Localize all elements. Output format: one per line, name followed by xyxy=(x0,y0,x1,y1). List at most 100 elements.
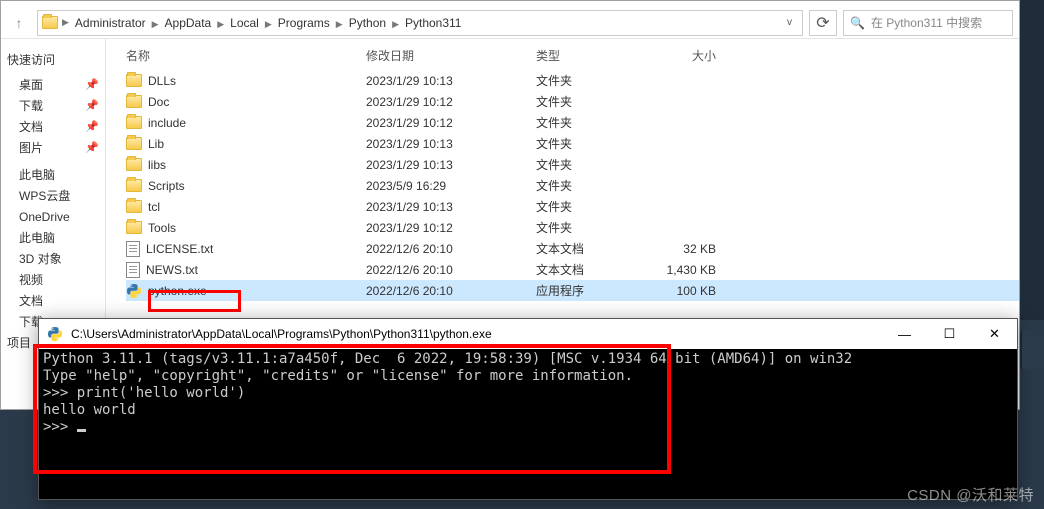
minimize-icon: — xyxy=(898,327,911,342)
file-date: 2023/1/29 10:12 xyxy=(366,221,536,235)
file-date: 2023/5/9 16:29 xyxy=(366,179,536,193)
sidebar-item[interactable]: 桌面 📌 xyxy=(1,74,105,95)
crumb-python311[interactable]: Python311 xyxy=(399,14,468,32)
chevron-right-icon: ▶ xyxy=(265,19,272,29)
file-name: LICENSE.txt xyxy=(146,242,213,256)
text-file-icon xyxy=(126,262,140,278)
console-title-text: C:\Users\Administrator\AppData\Local\Pro… xyxy=(71,327,874,341)
file-type: 文本文档 xyxy=(536,240,646,257)
search-input[interactable]: 🔍 在 Python311 中搜索 xyxy=(843,10,1013,36)
file-size: 32 KB xyxy=(646,242,736,256)
sidebar-item[interactable]: 文档📌 xyxy=(1,116,105,137)
file-name: Tools xyxy=(148,221,176,235)
search-icon: 🔍 xyxy=(850,16,865,30)
table-row[interactable]: Doc 2023/1/29 10:12文件夹 xyxy=(126,91,1019,112)
folder-icon xyxy=(126,74,142,87)
table-row[interactable]: NEWS.txt2022/12/6 20:10文本文档1,430 KB xyxy=(126,259,1019,280)
sidebar-item-label: 图片 xyxy=(19,139,43,156)
table-row[interactable]: include 2023/1/29 10:12文件夹 xyxy=(126,112,1019,133)
col-name[interactable]: 名称 xyxy=(126,47,366,64)
sidebar-item[interactable]: 此电脑 xyxy=(1,164,105,185)
close-icon: ✕ xyxy=(989,326,1000,342)
file-date: 2023/1/29 10:12 xyxy=(366,95,536,109)
console-output[interactable]: Python 3.11.1 (tags/v3.11.1:a7a450f, Dec… xyxy=(39,349,1017,438)
folder-icon xyxy=(126,200,142,213)
file-type: 文件夹 xyxy=(536,219,646,236)
sidebar-item[interactable]: WPS云盘 xyxy=(1,185,105,206)
up-icon[interactable]: ↑ xyxy=(7,11,31,35)
table-row[interactable]: python.exe2022/12/6 20:10应用程序100 KB xyxy=(126,280,1019,301)
crumb-appdata[interactable]: AppData xyxy=(159,14,218,32)
file-size: 1,430 KB xyxy=(646,263,736,277)
file-date: 2022/12/6 20:10 xyxy=(366,284,536,298)
close-button[interactable]: ✕ xyxy=(972,319,1017,349)
file-type: 文件夹 xyxy=(536,72,646,89)
column-headers: 名称 修改日期 类型 大小 xyxy=(126,43,1019,70)
file-name: include xyxy=(148,116,186,130)
sidebar-item[interactable]: 文档 xyxy=(1,290,105,311)
sidebar-item-label: 此电脑 xyxy=(19,229,55,246)
sidebar-item[interactable]: 此电脑 xyxy=(1,227,105,248)
sidebar-item[interactable]: 3D 对象 xyxy=(1,248,105,269)
file-date: 2023/1/29 10:12 xyxy=(366,116,536,130)
file-name: Doc xyxy=(148,95,169,109)
table-row[interactable]: libs2023/1/29 10:13文件夹 xyxy=(126,154,1019,175)
table-row[interactable]: Lib2023/1/29 10:13文件夹 xyxy=(126,133,1019,154)
sidebar-item-label: 下载 xyxy=(19,97,43,114)
file-type: 文件夹 xyxy=(536,93,646,110)
sidebar-item-label: OneDrive xyxy=(19,210,70,224)
sidebar-item-label: 文档 xyxy=(19,118,43,135)
python-icon xyxy=(126,283,142,299)
chevron-right-icon: ▶ xyxy=(62,17,69,28)
watermark: CSDN @沃和莱特 xyxy=(907,484,1034,505)
table-row[interactable]: Scripts2023/5/9 16:29文件夹 xyxy=(126,175,1019,196)
file-type: 文件夹 xyxy=(536,156,646,173)
address-bar: ↑ ▶ Administrator▶AppData▶Local▶Programs… xyxy=(1,7,1019,39)
sidebar-item[interactable]: 视频 xyxy=(1,269,105,290)
window-controls: — ☐ ✕ xyxy=(882,319,1017,349)
file-type: 文件夹 xyxy=(536,114,646,131)
refresh-button[interactable]: ⟳ xyxy=(809,10,837,36)
file-name: DLLs xyxy=(148,74,176,88)
breadcrumb[interactable]: ▶ Administrator▶AppData▶Local▶Programs▶P… xyxy=(37,10,803,36)
file-type: 应用程序 xyxy=(536,282,646,299)
folder-icon xyxy=(126,95,142,108)
maximize-button[interactable]: ☐ xyxy=(927,319,972,349)
table-row[interactable]: Tools 2023/1/29 10:12文件夹 xyxy=(126,217,1019,238)
sidebar-item[interactable]: OneDrive xyxy=(1,206,105,227)
sidebar-item[interactable]: 下载📌 xyxy=(1,95,105,116)
quick-access-header[interactable]: 快速访问 xyxy=(1,49,105,74)
folder-icon xyxy=(126,221,142,234)
crumb-programs[interactable]: Programs xyxy=(272,14,336,32)
file-name: Lib xyxy=(148,137,164,151)
chevron-right-icon: ▶ xyxy=(392,19,399,29)
python-icon xyxy=(47,326,63,342)
file-name: tcl xyxy=(148,200,160,214)
file-name: Scripts xyxy=(148,179,185,193)
sidebar-item-label: 桌面 xyxy=(19,76,43,93)
file-name: libs xyxy=(148,158,166,172)
col-size[interactable]: 大小 xyxy=(646,47,736,64)
table-row[interactable]: DLLs2023/1/29 10:13文件夹 xyxy=(126,70,1019,91)
file-date: 2022/12/6 20:10 xyxy=(366,242,536,256)
sidebar-item-label: 3D 对象 xyxy=(19,250,62,267)
col-type[interactable]: 类型 xyxy=(536,47,646,64)
crumb-administrator[interactable]: Administrator xyxy=(69,14,152,32)
background-strip xyxy=(1020,0,1044,320)
chevron-down-icon[interactable]: v xyxy=(781,17,798,28)
file-date: 2023/1/29 10:13 xyxy=(366,200,536,214)
crumb-local[interactable]: Local xyxy=(224,14,265,32)
sidebar-item[interactable]: 图片📌 xyxy=(1,137,105,158)
file-type: 文件夹 xyxy=(536,135,646,152)
col-date[interactable]: 修改日期 xyxy=(366,47,536,64)
folder-icon xyxy=(42,16,58,29)
minimize-button[interactable]: — xyxy=(882,319,927,349)
crumb-python[interactable]: Python xyxy=(343,14,392,32)
sidebar-item-label: 文档 xyxy=(19,292,43,309)
sidebar-item-label: 视频 xyxy=(19,271,43,288)
pin-icon: 📌 xyxy=(85,78,99,91)
table-row[interactable]: LICENSE.txt 2022/12/6 20:10文本文档32 KB xyxy=(126,238,1019,259)
console-titlebar: C:\Users\Administrator\AppData\Local\Pro… xyxy=(39,319,1017,349)
table-row[interactable]: tcl2023/1/29 10:13文件夹 xyxy=(126,196,1019,217)
file-date: 2022/12/6 20:10 xyxy=(366,263,536,277)
